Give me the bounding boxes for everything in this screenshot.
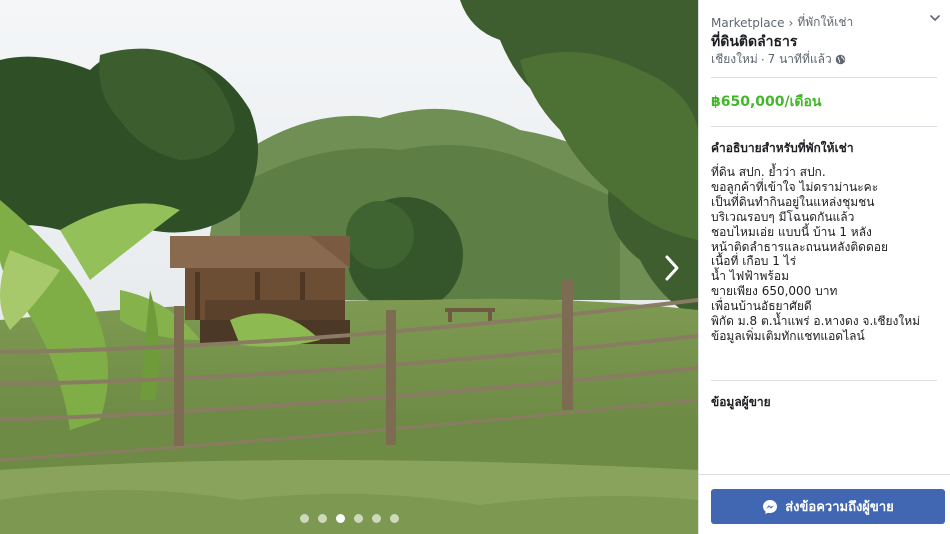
carousel-dot[interactable] bbox=[389, 514, 399, 523]
divider bbox=[699, 474, 950, 475]
description-line: ขายเพียง 650,000 บาท bbox=[711, 284, 838, 299]
description-line: น้ำ ไฟฟ้าพร้อม bbox=[711, 269, 789, 284]
description-line: ชอบไหมเอ่ย แบบนี้ บ้าน 1 หลัง bbox=[711, 224, 872, 239]
listing-photo-image bbox=[0, 0, 698, 534]
description-line: ที่ดิน สปก. ย้ำว่า สปก. bbox=[711, 165, 826, 179]
seller-info-heading: ข้อมูลผู้ขาย bbox=[711, 395, 771, 409]
breadcrumb: Marketplace › ที่พักให้เช่า bbox=[711, 13, 853, 32]
carousel-dot[interactable] bbox=[371, 514, 381, 523]
listing-photo[interactable] bbox=[0, 0, 698, 534]
listing-time: 7 นาทีที่แล้ว bbox=[767, 52, 832, 66]
options-menu-button[interactable] bbox=[927, 10, 943, 26]
description-line: เนื้อที่ เกือบ 1 ไร่ bbox=[711, 254, 797, 269]
description-line: ข้อมูลเพิ่มเติมทักแชทแอดไลน์ bbox=[711, 328, 865, 343]
divider bbox=[711, 77, 937, 78]
description-text: ที่ดิน สปก. ย้ำว่า สปก. ขอลูกค้าที่เข้าใ… bbox=[711, 165, 937, 344]
breadcrumb-separator: › bbox=[788, 15, 794, 30]
description-heading: คำอธิบายสำหรับที่พักให้เช่า bbox=[711, 141, 854, 155]
meta-separator: · bbox=[760, 52, 765, 67]
description-line: ขอลูกค้าที่เข้าใจ ไม่ดราม่านะคะ bbox=[711, 179, 879, 194]
description-line: เป็นที่ดินทำกินอยู่ในแหล่งชุมชน bbox=[711, 194, 875, 209]
listing-price: ฿650,000/เดือน bbox=[711, 94, 822, 110]
carousel-dot[interactable] bbox=[317, 514, 327, 523]
next-photo-button[interactable] bbox=[656, 250, 688, 286]
breadcrumb-category[interactable]: ที่พักให้เช่า bbox=[797, 13, 853, 32]
chevron-right-icon bbox=[665, 255, 679, 281]
divider bbox=[711, 380, 937, 381]
description-line: พิกัด ม.8 ต.น้ำแพร่ อ.หางดง จ.เชียงใหม่ bbox=[711, 314, 921, 329]
carousel-dot[interactable] bbox=[353, 514, 363, 523]
divider bbox=[711, 126, 937, 127]
globe-icon bbox=[835, 54, 845, 65]
carousel-dot-active[interactable] bbox=[335, 514, 345, 523]
breadcrumb-marketplace[interactable]: Marketplace bbox=[711, 16, 785, 30]
carousel-dot[interactable] bbox=[299, 514, 309, 523]
listing-meta: เชียงใหม่ · 7 นาทีที่แล้ว bbox=[711, 50, 846, 69]
listing-details-panel: Marketplace › ที่พักให้เช่า ที่ดินติดลำธ… bbox=[698, 0, 950, 534]
description-line: หน้าติดลำธารและถนนหลังติดดอย bbox=[711, 239, 888, 254]
message-seller-button[interactable]: ส่งข้อความถึงผู้ขาย bbox=[711, 489, 945, 524]
description-line: บริเวณรอบๆ มีโฉนดกันแล้ว bbox=[711, 209, 855, 224]
chevron-down-icon bbox=[930, 14, 940, 21]
message-seller-label: ส่งข้อความถึงผู้ขาย bbox=[785, 500, 894, 515]
listing-location[interactable]: เชียงใหม่ bbox=[711, 50, 758, 69]
description-line: เพื่อนบ้านอัธยาศัยดี bbox=[711, 299, 812, 314]
messenger-icon bbox=[763, 499, 778, 514]
carousel-dots bbox=[0, 514, 698, 523]
